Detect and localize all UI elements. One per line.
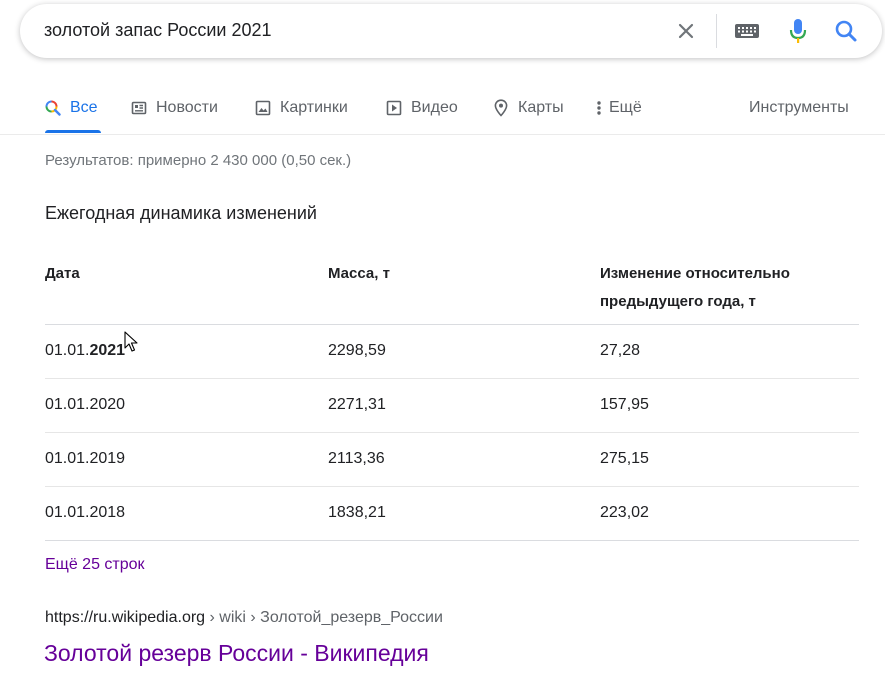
cell-date: 01.01.2019 [45,450,126,467]
result-stats: Результатов: примерно 2 430 000 (0,50 се… [45,152,352,169]
tab-images[interactable]: Картинки [255,96,348,120]
date-year-highlight: 2021 [89,342,126,359]
cell-date: 01.01.2020 [45,396,126,413]
result-url[interactable]: https://ru.wikipedia.org › wiki › Золото… [45,609,443,627]
close-icon [678,23,694,39]
cell-mass: 2298,59 [328,342,386,359]
search-submit-button[interactable] [832,17,860,45]
cell-mass: 1838,21 [328,504,386,521]
header-date: Дата [45,265,80,282]
more-rows-link[interactable]: Ещё 25 строк [45,556,145,574]
header-change-line2: предыдущего года, т [600,293,756,310]
table-row: 01.01.2018 1838,21 223,02 [45,487,859,541]
tab-video[interactable]: Видео [386,96,458,120]
table-row: 01.01.2020 2271,31 157,95 [45,379,859,433]
search-input[interactable]: золотой запас России 2021 [44,20,272,41]
result-path: › wiki › Золотой_резерв_России [205,609,443,626]
tab-all-label: Все [70,99,98,116]
voice-search-button[interactable] [784,17,812,45]
map-pin-icon [493,99,509,117]
tab-all[interactable]: Все [45,96,98,120]
table-row: 01.01.2019 2113,36 275,15 [45,433,859,487]
tab-maps[interactable]: Карты [493,96,564,120]
result-domain: https://ru.wikipedia.org [45,609,206,626]
microphone-icon [789,19,807,43]
image-icon [255,100,271,116]
search-bar: золотой запас России 2021 [20,4,882,58]
tools-button[interactable]: Инструменты [749,96,849,120]
search-icon [45,100,61,116]
tab-images-label: Картинки [280,99,348,116]
keyboard-button[interactable] [733,17,761,45]
active-tab-indicator [45,130,101,133]
table-header-row: Дата Масса, т Изменение относительно пре… [45,252,859,325]
search-tabs: Все Новости Картинки Видео Карты Ещё Инс… [0,86,885,135]
header-change-line1: Изменение относительно [600,265,790,282]
tab-news-label: Новости [156,99,218,116]
date-prefix: 01.01. [45,342,90,359]
tab-video-label: Видео [411,99,458,116]
mouse-cursor-icon [124,331,138,352]
tab-news[interactable]: Новости [131,96,218,120]
news-icon [131,100,147,116]
tab-maps-label: Карты [518,99,564,116]
cell-change: 223,02 [600,504,649,521]
tools-label: Инструменты [749,99,849,116]
cell-date: 01.01.2018 [45,504,126,521]
tab-more[interactable]: Ещё [596,96,642,120]
cell-mass: 2113,36 [328,450,385,467]
cell-change: 27,28 [600,342,641,359]
header-change: Изменение относительно предыдущего года,… [600,260,790,316]
cell-date: 01.01.2021 [45,342,125,360]
snippet-table: Дата Масса, т Изменение относительно пре… [45,252,859,541]
cell-change: 275,15 [600,450,649,467]
result-title-link[interactable]: Золотой резерв России - Википедия [44,640,429,667]
keyboard-icon [735,24,759,38]
video-icon [386,100,402,116]
table-row: 01.01.2021 2298,59 27,28 [45,325,859,379]
cell-change: 157,95 [600,396,649,413]
header-mass: Масса, т [328,265,390,282]
search-bar-divider [716,14,717,48]
tab-more-label: Ещё [609,99,642,116]
search-icon [835,20,857,42]
clear-search-button[interactable] [672,17,700,45]
more-vert-icon [596,100,602,116]
snippet-title: Ежегодная динамика изменений [45,203,317,223]
cell-mass: 2271,31 [328,396,386,413]
